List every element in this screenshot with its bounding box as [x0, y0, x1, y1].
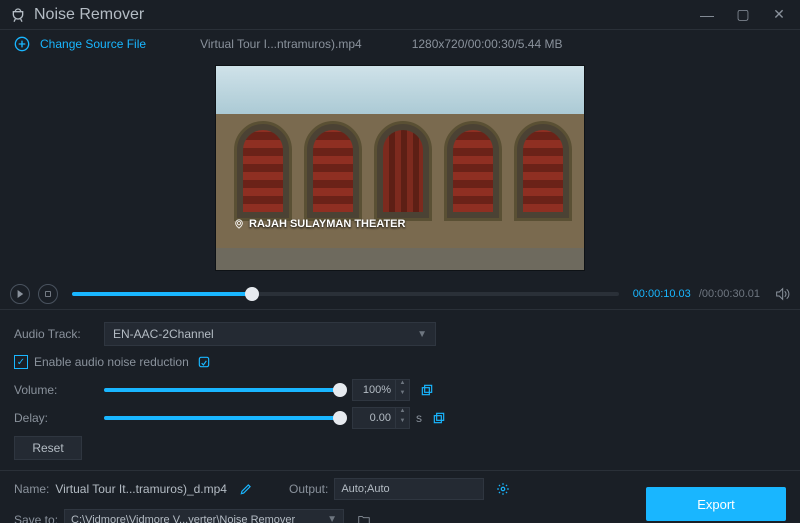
volume-thumb[interactable]: [333, 383, 347, 397]
output-name-value: Virtual Tour It...tramuros)_d.mp4: [55, 482, 227, 496]
playback-controls: 00:00:10.03/00:00:30.01: [0, 278, 800, 310]
app-title: Noise Remover: [34, 6, 144, 24]
delay-step-up[interactable]: ▲: [396, 408, 409, 418]
noise-reduction-icon[interactable]: [197, 355, 211, 369]
change-source-link[interactable]: Change Source File: [40, 37, 146, 51]
volume-step-up[interactable]: ▲: [396, 380, 409, 390]
add-icon[interactable]: [14, 36, 30, 52]
source-filename: Virtual Tour I...ntramuros).mp4: [200, 37, 362, 51]
maximize-button[interactable]: ▢: [732, 6, 754, 23]
settings-icon[interactable]: [496, 482, 510, 496]
delay-unit: s: [416, 411, 422, 425]
volume-icon[interactable]: [774, 286, 790, 302]
chevron-down-icon: ▼: [327, 514, 337, 523]
delay-step-down[interactable]: ▼: [396, 418, 409, 428]
edit-name-icon[interactable]: [239, 482, 253, 496]
reset-button[interactable]: Reset: [14, 436, 82, 460]
minimize-button[interactable]: —: [696, 7, 718, 23]
audio-track-select[interactable]: EN-AAC-2Channel ▼: [104, 322, 436, 346]
output-format-label: Output:: [289, 482, 328, 496]
volume-input[interactable]: ▲▼: [352, 379, 410, 401]
export-button[interactable]: Export: [646, 487, 786, 521]
saveto-select[interactable]: C:\Vidmore\Vidmore V...verter\Noise Remo…: [64, 509, 344, 523]
title-bar: Noise Remover — ▢ ✕: [0, 0, 800, 30]
preview-caption-text: RAJAH SULAYMAN THEATER: [249, 218, 405, 230]
volume-slider[interactable]: [104, 388, 340, 392]
output-format-select[interactable]: Auto;Auto: [334, 478, 484, 500]
open-folder-icon[interactable]: [356, 513, 372, 523]
enable-noise-reduction-checkbox[interactable]: ✓: [14, 355, 28, 369]
settings-panel: Audio Track: EN-AAC-2Channel ▼ ✓ Enable …: [0, 310, 800, 471]
time-current: 00:00:10.03: [633, 288, 691, 300]
source-bar: Change Source File Virtual Tour I...ntra…: [0, 30, 800, 58]
play-button[interactable]: [10, 284, 30, 304]
delay-field[interactable]: [353, 412, 395, 424]
output-format-value: Auto;Auto: [341, 483, 389, 495]
close-button[interactable]: ✕: [768, 6, 790, 23]
time-duration: /00:00:30.01: [699, 288, 760, 300]
delay-apply-all-icon[interactable]: [432, 411, 446, 425]
stop-button[interactable]: [38, 284, 58, 304]
delay-thumb[interactable]: [333, 411, 347, 425]
video-preview-area: RAJAH SULAYMAN THEATER: [0, 58, 800, 278]
saveto-value: C:\Vidmore\Vidmore V...verter\Noise Remo…: [71, 514, 295, 523]
chevron-down-icon: ▼: [417, 329, 427, 340]
volume-label: Volume:: [14, 383, 104, 397]
video-preview[interactable]: RAJAH SULAYMAN THEATER: [215, 65, 585, 271]
location-pin-icon: [234, 219, 244, 229]
output-name-label: Name:: [14, 482, 49, 496]
delay-slider[interactable]: [104, 416, 340, 420]
source-meta: 1280x720/00:00:30/5.44 MB: [412, 37, 563, 51]
timeline-thumb[interactable]: [245, 287, 259, 301]
audio-track-label: Audio Track:: [14, 327, 104, 341]
delay-label: Delay:: [14, 411, 104, 425]
audio-track-value: EN-AAC-2Channel: [113, 327, 214, 341]
timeline-slider[interactable]: [72, 292, 619, 296]
volume-step-down[interactable]: ▼: [396, 390, 409, 400]
app-logo-icon: [10, 7, 26, 23]
volume-apply-all-icon[interactable]: [420, 383, 434, 397]
output-bar: Name: Virtual Tour It...tramuros)_d.mp4 …: [0, 471, 800, 523]
saveto-label: Save to:: [14, 513, 58, 523]
enable-noise-reduction-label: Enable audio noise reduction: [34, 355, 189, 369]
volume-field[interactable]: [353, 384, 395, 396]
delay-input[interactable]: ▲▼: [352, 407, 410, 429]
preview-caption: RAJAH SULAYMAN THEATER: [234, 218, 405, 230]
